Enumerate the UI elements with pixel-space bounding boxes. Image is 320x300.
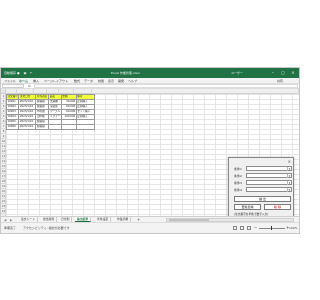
dialog-close-icon[interactable]: × [288, 159, 291, 164]
condition-row: 条件3 ▾ [234, 180, 292, 186]
tab-review[interactable]: 校閲 [98, 79, 104, 83]
condition-label: 条件3 [234, 181, 242, 185]
tab-insert[interactable]: 挿入 [33, 79, 39, 83]
close-icon[interactable]: × [289, 70, 297, 76]
chevron-down-icon[interactable]: ▾ [287, 174, 291, 178]
scrollbar-thumb[interactable] [169, 219, 209, 221]
tab-page-layout[interactable]: ページレイアウト [44, 79, 68, 83]
table-row: 10002 2023/1/10 佐藤樹 冷蔵庫 80,000 定期購入 [5, 104, 95, 110]
table-row: 10001 2023/1/10 佐藤樹 洗濯機 30,000 定期購入 [5, 99, 95, 105]
zoom-level[interactable]: 100% [289, 226, 298, 230]
minimize-icon[interactable]: – [269, 70, 277, 76]
condition-1-combobox[interactable]: ▾ [246, 166, 292, 171]
autosave-toggle[interactable]: 自動保存 ● [4, 71, 20, 75]
page-break-view-icon[interactable] [247, 226, 251, 230]
undo-icon[interactable]: ↶ [29, 71, 33, 75]
normal-view-icon[interactable] [233, 226, 237, 230]
table-cell[interactable]: テーブル [48, 109, 62, 115]
condition-4-combobox[interactable]: ▾ [246, 187, 292, 192]
tab-help[interactable]: ヘルプ [128, 79, 137, 83]
table-cell[interactable] [48, 124, 62, 130]
extract-button[interactable]: 抽 出 [234, 196, 291, 202]
zoom-slider-thumb[interactable] [271, 226, 272, 230]
title-bar: 自動保存 ● ▣ ↶ Excel 作業管理.xlsm ユーザー – ▢ × [1, 68, 299, 78]
save-icon[interactable]: ▣ [23, 71, 27, 75]
condition-label: 条件4 [234, 188, 242, 192]
condition-row: 条件1 ▾ [234, 166, 292, 172]
condition-row: 条件4 ▾ [234, 187, 292, 193]
table-row: 10003 2023/1/10 中村雅 テーブル 60,000 セット購入 [5, 109, 95, 115]
tab-view[interactable]: 表示 [108, 79, 114, 83]
status-ready: 準備完了 [4, 226, 17, 230]
table-cell[interactable]: 10006 [5, 124, 20, 130]
header-staff-name[interactable]: 担当者名 [35, 94, 50, 100]
name-box[interactable] [2, 84, 24, 88]
update-button[interactable]: 更新反映 [234, 204, 261, 210]
table-row: 10004 2023/1/10 田中聡 ソファー 100,000 定期購入 [5, 114, 95, 120]
worksheet-grid: 1 2 3 4 5 6 7 8 9 10 11 12 13 14 15 16 17 18 19 20 21 22 23 24 … [1, 89, 299, 216]
zoom-out-icon[interactable]: − [254, 225, 257, 230]
document-title: Excel 作業管理.xlsm [111, 71, 140, 75]
table-cell[interactable] [75, 124, 95, 130]
header-order-number[interactable]: 注文番号 [5, 94, 20, 100]
page-layout-view-icon[interactable] [240, 226, 244, 230]
excel-window: 自動保存 ● ▣ ↶ Excel 作業管理.xlsm ユーザー – ▢ × ファ… [0, 67, 300, 234]
table-cell[interactable]: ソファー [48, 114, 62, 120]
table-header-row: 注文番号 注文日付 担当者名 品名 金額 備考 [5, 94, 95, 100]
condition-label: 条件2 [234, 174, 242, 178]
tab-formulas[interactable]: 数式 [74, 79, 80, 83]
table-row: 10006 2023/1/10 佐藤樹 [5, 124, 95, 130]
condition-row: 条件2 ▾ [234, 173, 292, 179]
chevron-down-icon[interactable]: ▾ [287, 167, 291, 171]
share-button[interactable]: 共有 [277, 79, 283, 83]
zoom-slider[interactable] [259, 226, 285, 230]
condition-label: 条件1 [234, 167, 242, 171]
tab-data[interactable]: データ [84, 79, 93, 83]
table-cell[interactable]: 2023/1/10 [18, 124, 37, 130]
status-bar: 準備完了 アクセシビリティ: 検討が必要です − + 100% [1, 222, 299, 233]
table-cell[interactable] [60, 124, 77, 130]
chevron-down-icon[interactable]: ▾ [287, 188, 291, 192]
table-cell[interactable]: 佐藤樹 [35, 124, 50, 130]
order-table: 注文番号 注文日付 担当者名 品名 金額 備考 10001 2023/1/10 … [5, 94, 95, 130]
search-dialog: × 条件1 ▾ 条件2 ▾ 条件3 ▾ 条件4 ▾ 抽 出 更新反映 削 除 (… [228, 157, 294, 216]
chevron-down-icon[interactable]: ▾ [287, 181, 291, 185]
accessibility-status[interactable]: アクセシビリティ: 検討が必要です [23, 226, 70, 230]
condition-3-combobox[interactable]: ▾ [246, 180, 292, 185]
condition-2-combobox[interactable]: ▾ [246, 173, 292, 178]
formula-input[interactable] [34, 84, 298, 88]
user-name[interactable]: ユーザー [231, 71, 243, 75]
delete-button[interactable]: 削 除 [264, 204, 291, 210]
tab-file[interactable]: ファイル [4, 79, 16, 83]
tab-home[interactable]: ホーム [19, 79, 28, 83]
maximize-icon[interactable]: ▢ [279, 70, 287, 76]
fx-icon[interactable]: fx [28, 84, 31, 88]
tab-developer[interactable]: 開発 [118, 79, 124, 83]
